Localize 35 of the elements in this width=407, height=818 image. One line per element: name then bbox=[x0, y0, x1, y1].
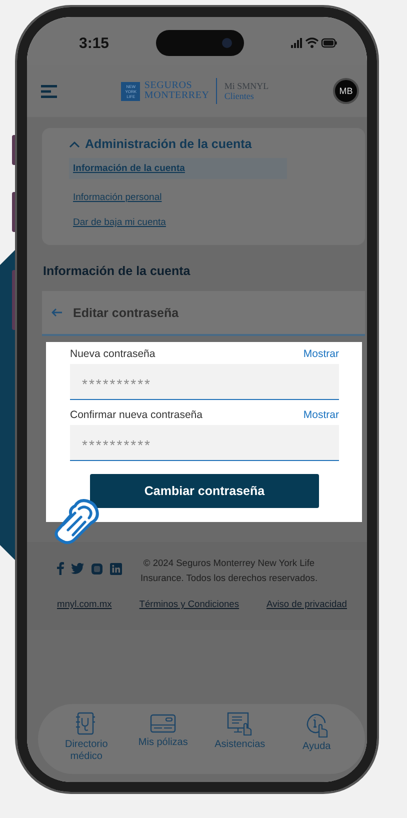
copyright-text: © 2024 Seguros Monterrey New York Life Insurance. Todos los derechos reservados. bbox=[139, 557, 319, 585]
avatar[interactable]: MB bbox=[333, 78, 359, 104]
field-label: Nueva contraseña bbox=[70, 348, 156, 360]
password-field[interactable]: ********** bbox=[70, 425, 339, 461]
brand-name: SEGUROS MONTERREY bbox=[144, 81, 210, 101]
twitter-icon[interactable] bbox=[71, 563, 84, 574]
facebook-icon[interactable] bbox=[57, 562, 64, 575]
linkedin-icon[interactable] bbox=[110, 562, 122, 574]
menu-title: Administración de la cuenta bbox=[85, 137, 252, 151]
menu-link[interactable]: Información personal bbox=[69, 187, 166, 208]
nav-item[interactable]: Ayuda bbox=[282, 712, 352, 753]
panel-title: Editar contraseña bbox=[73, 306, 179, 320]
menu-icon[interactable] bbox=[41, 84, 57, 98]
show-link[interactable]: Mostrar bbox=[303, 348, 339, 360]
submit-button[interactable]: Cambiar contraseña bbox=[90, 474, 319, 508]
monitor-icon bbox=[226, 712, 253, 736]
field-label: Confirmar nueva contraseña bbox=[70, 409, 202, 421]
back-arrow-icon[interactable] bbox=[51, 308, 63, 317]
menu-link[interactable]: Dar de baja mi cuenta bbox=[69, 212, 170, 233]
show-link[interactable]: Mostrar bbox=[303, 409, 339, 421]
footer-link[interactable]: Aviso de privacidad bbox=[266, 599, 347, 609]
app-name: Mi SMNYL Clientes bbox=[224, 81, 269, 101]
nav-item[interactable]: Asistencias bbox=[204, 712, 275, 751]
nav-item[interactable]: Mis pólizas bbox=[128, 712, 198, 749]
footer-link[interactable]: Términos y Condiciones bbox=[139, 599, 240, 609]
nav-item[interactable]: Directorio médico bbox=[51, 712, 122, 763]
footer-link[interactable]: mnyl.com.mx bbox=[57, 599, 112, 609]
instagram-icon[interactable] bbox=[91, 562, 103, 574]
menu-header[interactable]: Administración de la cuenta bbox=[69, 137, 365, 151]
password-field[interactable]: ********** bbox=[70, 364, 339, 400]
credit-card-icon bbox=[150, 712, 176, 734]
section-title: Información de la cuenta bbox=[43, 264, 192, 278]
status-time: 3:15 bbox=[79, 34, 110, 52]
status-icons bbox=[291, 37, 337, 49]
menu-link[interactable]: Información de la cuenta bbox=[69, 158, 287, 179]
